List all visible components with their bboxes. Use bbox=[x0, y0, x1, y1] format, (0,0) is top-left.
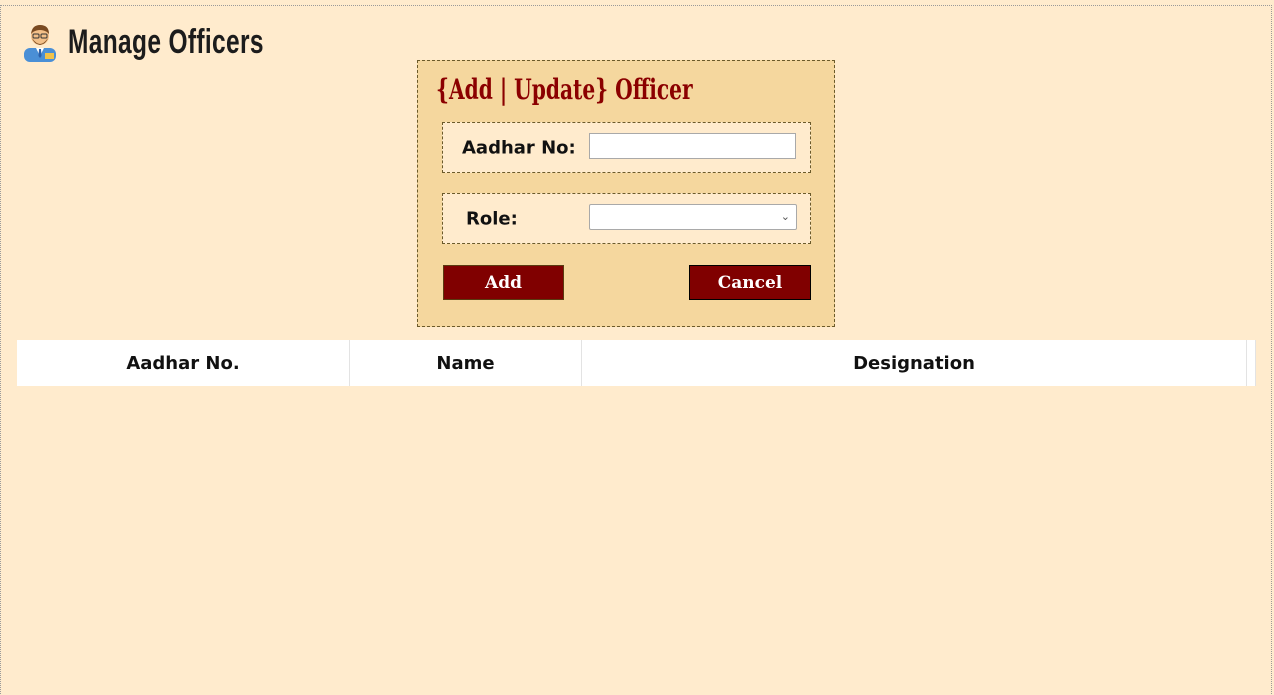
column-header-aadhar: Aadhar No. bbox=[17, 340, 350, 386]
chevron-down-icon: ⌄ bbox=[780, 210, 790, 223]
form-title: {Add | Update} Officer bbox=[436, 73, 693, 106]
column-header-designation: Designation bbox=[582, 340, 1247, 386]
role-select[interactable]: ⌄ bbox=[589, 204, 797, 230]
aadhar-label: Aadhar No: bbox=[462, 137, 576, 158]
officer-form: {Add | Update} Officer Aadhar No: Role: … bbox=[417, 60, 835, 327]
page-header: Manage Officers bbox=[22, 20, 340, 64]
column-header-name: Name bbox=[350, 340, 582, 386]
officer-avatar-icon bbox=[22, 22, 58, 62]
add-button[interactable]: Add bbox=[443, 265, 564, 300]
page-title: Manage Officers bbox=[68, 22, 264, 61]
aadhar-input[interactable] bbox=[589, 133, 796, 159]
cancel-button[interactable]: Cancel bbox=[689, 265, 811, 300]
role-field-row: Role: ⌄ bbox=[442, 193, 811, 244]
column-header-spacer bbox=[1247, 340, 1256, 386]
officers-table-header: Aadhar No. Name Designation bbox=[17, 340, 1256, 386]
role-label: Role: bbox=[466, 208, 518, 229]
aadhar-field-row: Aadhar No: bbox=[442, 122, 811, 173]
